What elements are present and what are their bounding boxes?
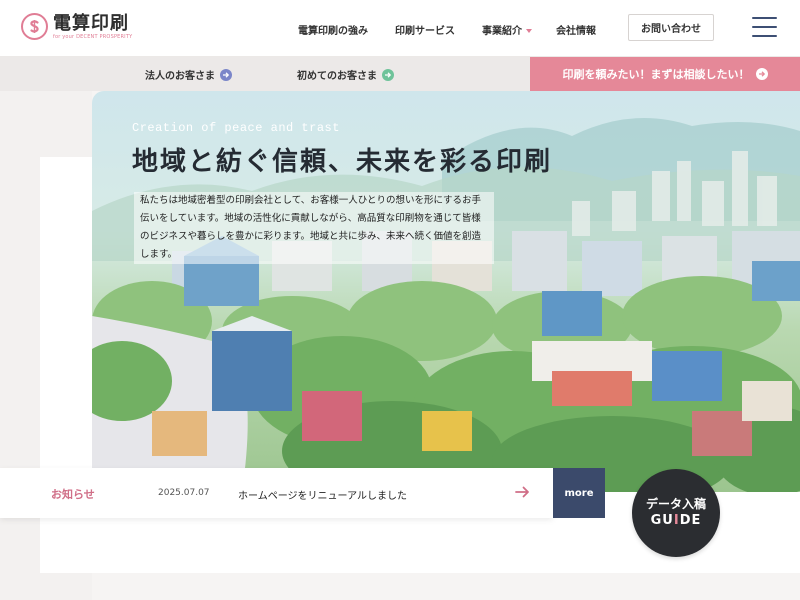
corporate-customers-label: 法人のお客さま xyxy=(145,71,215,82)
chevron-down-icon xyxy=(526,29,532,33)
news-bar: お知らせ 2025.07.07 ホームページをリニューアルしました xyxy=(0,468,553,518)
first-time-customers-link[interactable]: 初めてのお客さま xyxy=(297,67,394,82)
consult-cta-button[interactable]: 印刷を頼みたい！まずは相談したい！ xyxy=(530,57,800,91)
arrow-right-icon xyxy=(755,68,768,80)
guide-bottom-label: GUIDE xyxy=(650,513,702,528)
news-label: お知らせ xyxy=(51,488,95,501)
first-time-customers-label: 初めてのお客さま xyxy=(297,71,377,82)
logo-mark-icon xyxy=(21,13,48,40)
hamburger-menu-icon[interactable] xyxy=(752,17,777,37)
arrow-right-icon xyxy=(220,68,232,81)
nav-company[interactable]: 会社情報 xyxy=(556,22,596,37)
hero-tagline-en: Creation of peace and trast xyxy=(132,121,340,135)
brand-subtitle: for your DECENT PROSPERITY xyxy=(53,33,133,40)
news-date: 2025.07.07 xyxy=(158,488,210,498)
nav-strengths[interactable]: 電算印刷の強み xyxy=(298,22,368,37)
data-submission-guide-button[interactable]: データ入稿 GUIDE xyxy=(632,469,720,557)
hero-description: 私たちは地域密着型の印刷会社として、お客様一人ひとりの想いを形にするお手伝いをし… xyxy=(134,192,494,264)
site-header: 電算印刷 for your DECENT PROSPERITY 電算印刷の強み … xyxy=(0,0,800,57)
corporate-customers-link[interactable]: 法人のお客さま xyxy=(145,67,232,82)
site-logo[interactable]: 電算印刷 for your DECENT PROSPERITY xyxy=(21,13,132,40)
nav-business[interactable]: 事業紹介 xyxy=(482,22,532,37)
hero-title: 地域と紡ぐ信頼、未来を彩る印刷 xyxy=(132,147,553,177)
news-more-button[interactable]: more xyxy=(553,468,605,518)
news-item-link[interactable]: ホームページをリニューアルしました xyxy=(238,487,407,502)
nav-print-services[interactable]: 印刷サービス xyxy=(395,22,455,37)
nav-business-label: 事業紹介 xyxy=(482,26,522,37)
contact-button[interactable]: お問い合わせ xyxy=(628,14,714,41)
consult-cta-label: 印刷を頼みたい！まずは相談したい！ xyxy=(562,68,750,81)
guide-top-label: データ入稿 xyxy=(645,497,706,511)
arrow-right-icon[interactable] xyxy=(515,485,531,499)
arrow-right-icon xyxy=(382,68,394,81)
brand-name: 電算印刷 xyxy=(53,12,129,34)
